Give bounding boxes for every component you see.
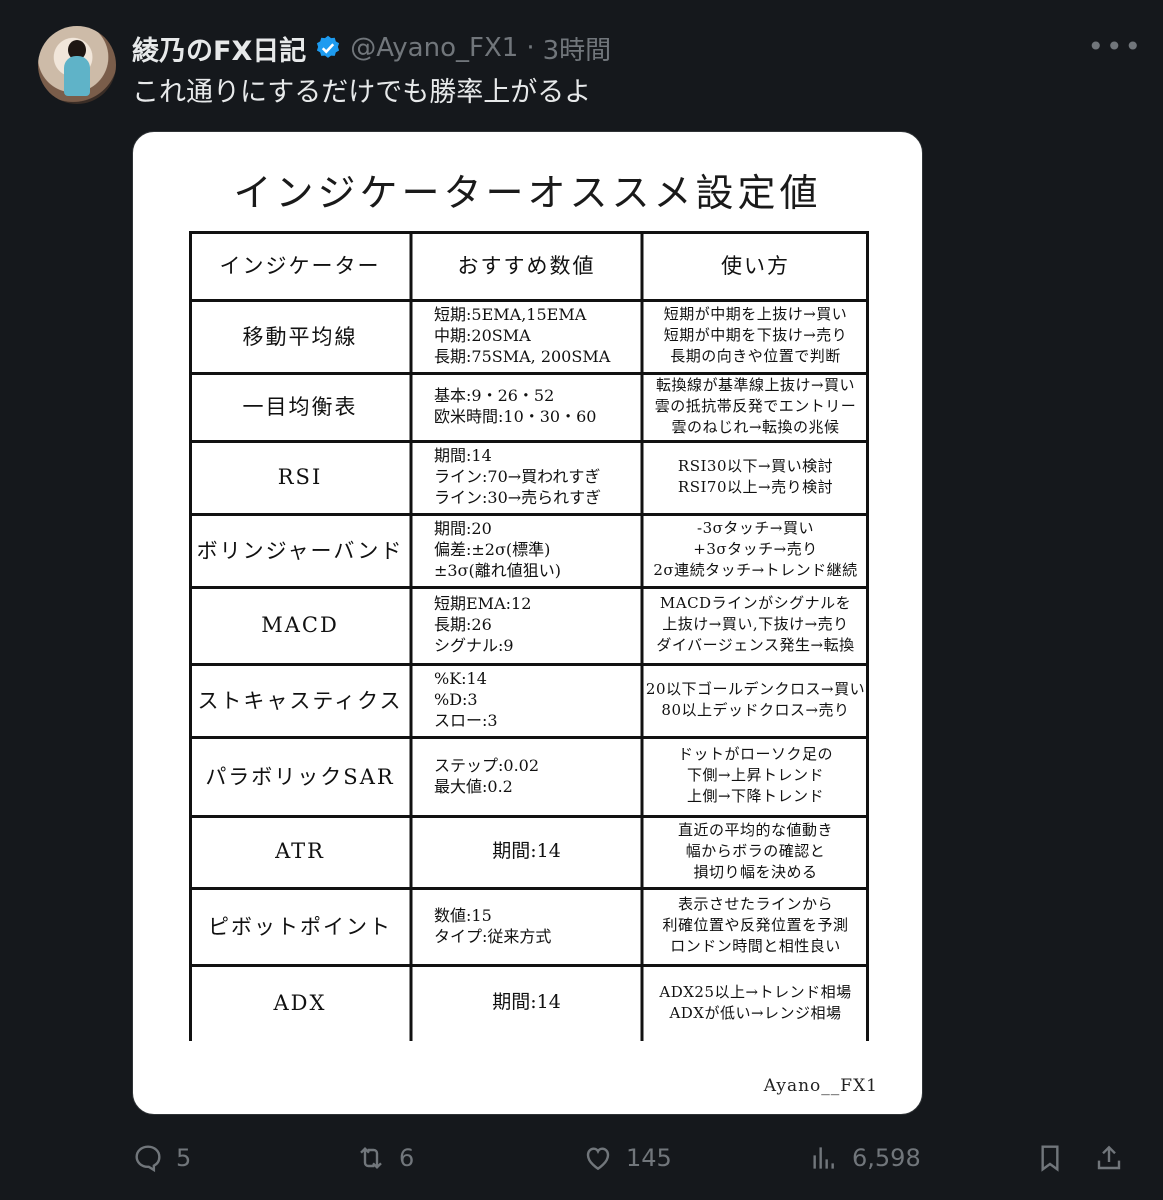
avatar[interactable] xyxy=(38,26,116,104)
indicator-name: パラボリックSAR xyxy=(205,764,395,789)
indicator-usage: 直近の平均的な値動き 幅からボラの確認と 損切り幅を決める xyxy=(677,820,833,881)
views-icon xyxy=(813,1147,834,1169)
indicator-value: 期間:14 ライン:70→買われすぎ ライン:30→売られすぎ xyxy=(434,446,602,507)
indicator-value: 基本:9・26・52 欧米時間:10・30・60 xyxy=(434,386,597,426)
tweet-image-card[interactable]: インジケーターオススメ設定値 インジケーター おすすめ数値 使い方移動平均線 短期:5… xyxy=(132,131,923,1115)
indicator-name: ADX xyxy=(273,990,327,1015)
indicator-name: ATR xyxy=(275,839,325,863)
indicator-name: ストキャスティクス xyxy=(197,688,403,713)
indicator-usage: 表示させたラインから 利確位置や反発位置を予測 ロンドン時間と相性良い xyxy=(662,895,849,955)
card-title: インジケーターオススメ設定値 xyxy=(233,171,822,215)
indicator-value: %K:14 %D:3 スロー:3 xyxy=(434,669,498,730)
reply-button[interactable]: 5 xyxy=(132,1136,191,1180)
views-button[interactable]: 6,598 xyxy=(808,1136,921,1180)
bookmark-button[interactable] xyxy=(1034,1136,1078,1180)
indicator-usage: MACDラインがシグナルを 上抜け→買い,下抜け→売り ダイバージェンス発生→転… xyxy=(656,594,855,654)
indicator-table: インジケーター おすすめ数値 使い方移動平均線 短期:5EMA,15EMA 中期:20… xyxy=(189,231,869,1041)
indicator-usage: 短期が中期を上抜け→買い 短期が中期を下抜け→売り 長期の向きや位置で判断 xyxy=(663,305,848,365)
repost-count: 6 xyxy=(399,1144,415,1172)
repost-icon xyxy=(360,1146,382,1170)
indicator-usage: ドットがローソク足の 下側→上昇トレンド 上側→下降トレンド xyxy=(677,745,833,805)
like-icon xyxy=(586,1147,610,1171)
views-count: 6,598 xyxy=(852,1144,921,1172)
verified-icon xyxy=(317,35,340,58)
tweet-text: これ通りにするだけでも勝率上がるよ xyxy=(132,77,592,108)
bookmark-icon xyxy=(1041,1145,1059,1172)
share-icon xyxy=(1097,1145,1121,1170)
reply-count: 5 xyxy=(176,1144,192,1172)
action-bar: 5 6 145 6,598 xyxy=(0,1136,1163,1180)
indicator-value: 期間:20 偏差:±2σ(標準) ±3σ(離れ値狙い) xyxy=(434,519,561,580)
header-usage: 使い方 xyxy=(721,254,790,278)
reply-icon xyxy=(135,1145,161,1173)
indicator-value: ステップ:0.02 最大値:0.2 xyxy=(434,755,540,796)
share-button[interactable] xyxy=(1093,1136,1137,1180)
indicator-value: 短期:5EMA,15EMA 中期:20SMA 長期:75SMA, 200SMA xyxy=(434,305,611,366)
indicator-name: ボリンジャーバンド xyxy=(196,538,404,563)
indicator-usage: -3σタッチ→買い +3σタッチ→売り 2σ連続タッチ→トレンド継続 xyxy=(653,519,858,579)
watermark: Ayano__FX1 xyxy=(763,1076,878,1096)
indicator-value: 期間:14 xyxy=(492,839,561,862)
indicator-name: RSI xyxy=(277,464,323,489)
indicator-name: 一目均衡表 xyxy=(242,395,358,419)
indicator-usage: ADX25以上→トレンド相場 ADXが低い→レンジ相場 xyxy=(659,982,852,1022)
indicator-name: MACD xyxy=(261,612,339,637)
more-icon[interactable]: ••• xyxy=(1087,30,1143,63)
indicator-usage: RSI30以下→買い検討 RSI70以上→売り検討 xyxy=(677,456,834,496)
indicator-value: 数値:15 タイプ:従来方式 xyxy=(434,905,552,946)
separator: · xyxy=(526,33,535,63)
tweet-header: 綾乃のFX日記 @Ayano_FX1 · 3時間 xyxy=(132,28,1123,68)
avatar-body xyxy=(64,56,90,96)
like-button[interactable]: 145 xyxy=(582,1136,672,1180)
repost-button[interactable]: 6 xyxy=(355,1136,414,1180)
indicator-value: 期間:14 xyxy=(492,991,561,1013)
header-indicator: インジケーター xyxy=(219,254,381,278)
indicator-name: ピボットポイント xyxy=(208,914,392,939)
author-name[interactable]: 綾乃のFX日記 xyxy=(132,29,306,68)
indicator-usage: 転換線が基準線上抜け→買い 雲の抵抗帯反発でエントリー 雲のねじれ→転換の兆候 xyxy=(654,375,857,436)
indicator-value: 短期EMA:12 長期:26 シグナル:9 xyxy=(434,594,532,655)
header-recommended-value: おすすめ数値 xyxy=(457,254,596,278)
author-handle[interactable]: @Ayano_FX1 xyxy=(350,33,518,63)
like-count: 145 xyxy=(626,1144,672,1172)
indicator-name: 移動平均線 xyxy=(242,324,358,349)
post-time[interactable]: 3時間 xyxy=(543,30,612,67)
indicator-usage: 20以下ゴールデンクロス→買い 80以上デッドクロス→売り xyxy=(645,679,866,719)
